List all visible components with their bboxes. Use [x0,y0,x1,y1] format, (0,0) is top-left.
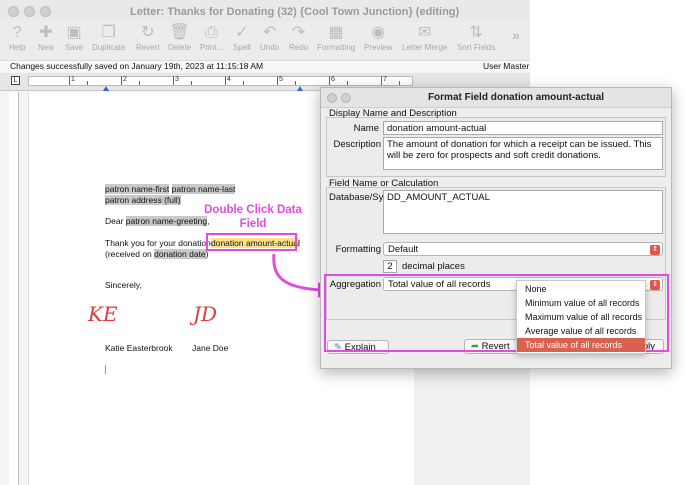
status-message: Changes successfully saved on January 19… [10,61,264,71]
preview-icon: ◉ [371,24,386,41]
chevron-right-double-icon[interactable]: » [512,27,520,43]
thanks-line: Thank you for your donation o [105,238,218,248]
address-line-1: patron name-first patron name-last [105,184,236,194]
decimal-places-input[interactable]: 2 [383,260,397,273]
aggregation-option-total[interactable]: Total value of all records [517,338,645,352]
formatting-popup[interactable]: Default ⇕ [383,242,663,256]
display-name-group-title: Display Name and Description [329,108,457,119]
revert-button[interactable]: ↻ Revert [136,24,160,52]
new-icon: ✚ [39,24,53,41]
formatting-icon: ▦ [328,24,344,41]
ruler-number: 1 [71,76,75,83]
formatting-button[interactable]: ▦ Formatting [317,24,355,52]
duplicate-button[interactable]: ❐ Duplicate [92,24,125,52]
spell-button[interactable]: ✓ Spell [233,24,251,52]
redo-button[interactable]: ↷ Redo [289,24,308,52]
undo-icon: ↶ [262,24,277,41]
duplicate-icon: ❐ [101,24,116,41]
signer-name-1: Katie Easterbrook [105,343,173,353]
sort-fields-button[interactable]: ⇅ Sort Fields [457,24,495,52]
database-label: Database/Sy [329,192,384,203]
field-patron-address[interactable]: patron address (full) [105,195,181,205]
ruler-number: 2 [123,76,127,83]
minimize-window-button[interactable] [24,6,35,17]
field-patron-name-last[interactable]: patron name-last [171,184,236,194]
title-bar: Letter: Thanks for Donating (32) {Cool T… [0,0,530,22]
sort-icon: ⇅ [469,24,483,41]
spell-icon: ✓ [235,24,249,41]
trash-icon: 🗑 [169,24,190,41]
new-button[interactable]: ✚ New [38,24,54,52]
received-line: (received on donation date) [105,249,209,259]
toolbar: ? Help ✚ New ▣ Save ❐ Duplicate ↻ Revert 🗑 Del… [0,22,530,60]
aggregation-option-minimum[interactable]: Minimum value of all records [517,296,645,310]
ruler-number: 7 [383,76,387,83]
revert-icon: ↻ [141,24,155,41]
redo-icon: ↷ [291,24,306,41]
delete-button[interactable]: 🗑 Delete [168,24,191,52]
tab-type-selector[interactable]: L [11,76,20,85]
ruler-number: 3 [175,76,179,83]
dialog-title-bar: Format Field donation amount-actual [321,88,671,108]
formatting-label: Formatting [335,244,381,255]
current-user: User Master [483,61,530,71]
letter-merge-icon: ✉ [417,24,432,41]
save-button[interactable]: ▣ Save [65,24,83,52]
letter-merge-button[interactable]: ✉ Letter Merge [402,24,447,52]
field-patron-name-first[interactable]: patron name-first [105,184,170,194]
aggregation-option-average[interactable]: Average value of all records [517,324,645,338]
name-input[interactable]: donation amount-actual [383,121,663,135]
decimal-places-label: decimal places [402,261,465,272]
help-button[interactable]: ? Help [9,24,25,52]
aggregation-dropdown-menu: None Minimum value of all records Maximu… [516,280,646,354]
right-indent-marker[interactable] [297,86,303,91]
description-label: Description [333,139,381,150]
signer-name-2: Jane Doe [192,343,229,353]
annotation-callout: Double Click Data Field [204,204,302,230]
field-calculation-group-title: Field Name or Calculation [329,178,439,189]
field-donation-date[interactable]: donation date [154,249,206,259]
zoom-window-button[interactable] [40,6,51,17]
left-indent-marker[interactable] [103,86,109,91]
signature-jane: JD [193,302,218,326]
aggregation-option-maximum[interactable]: Maximum value of all records [517,310,645,324]
window-title: Letter: Thanks for Donating (32) {Cool T… [130,6,460,18]
vertical-ruler[interactable] [9,92,19,485]
name-label: Name [353,123,379,134]
dialog-title: Format Field donation amount-actual [427,92,605,103]
chevron-updown-icon: ⇕ [650,245,660,255]
print-icon: ⎙ [205,24,218,41]
help-icon: ? [12,24,22,41]
signature-katie: KE [88,302,118,326]
save-icon: ▣ [66,24,82,41]
aggregation-option-none[interactable]: None [517,282,645,296]
database-textarea[interactable]: DD_AMOUNT_ACTUAL [383,190,663,234]
status-bar: Changes successfully saved on January 19… [0,60,530,72]
ruler-number: 5 [279,76,283,83]
address-line-2: patron address (full) [105,195,181,205]
text-cursor [105,365,106,374]
ruler-number: 6 [331,76,335,83]
ruler-number: 4 [227,76,231,83]
horizontal-ruler[interactable]: 1 2 3 4 5 6 7 [28,76,413,91]
print-button[interactable]: ⎙ Print... [200,24,223,52]
undo-button[interactable]: ↶ Undo [260,24,279,52]
greeting-line: Dear patron name-greeting, [105,216,210,226]
preview-button[interactable]: ◉ Preview [364,24,392,52]
closing-line: Sincerely, [105,280,142,290]
close-window-button[interactable] [8,6,19,17]
description-textarea[interactable]: The amount of donation for which a recei… [383,137,663,170]
field-patron-name-greeting[interactable]: patron name-greeting [125,216,208,226]
